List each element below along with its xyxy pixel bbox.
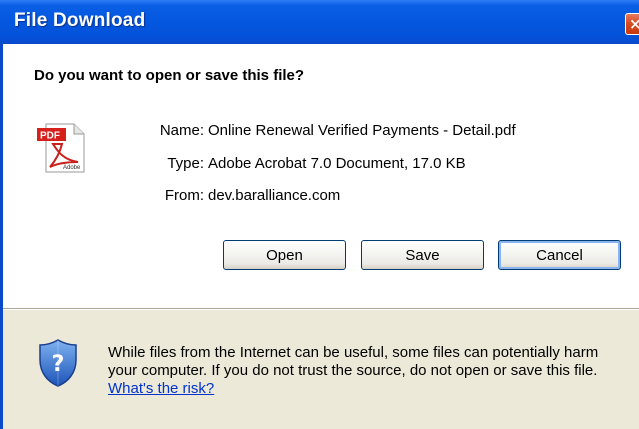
type-label: Type: — [167, 155, 204, 172]
open-button[interactable]: Open — [223, 240, 346, 270]
type-value: Adobe Acrobat 7.0 Document, 17.0 KB — [208, 155, 466, 172]
save-button[interactable]: Save — [361, 240, 484, 270]
dialog-separator — [3, 308, 639, 310]
file-download-dialog: File Download × Do you want to open or s… — [0, 0, 639, 429]
window-title: File Download — [14, 10, 146, 31]
from-label: From: — [164, 187, 204, 204]
title-bar[interactable]: File Download × — [0, 0, 639, 44]
close-icon: × — [629, 15, 639, 33]
svg-text:?: ? — [52, 352, 65, 377]
security-warning: While files from the Internet can be use… — [108, 344, 628, 398]
name-value: Online Renewal Verified Payments - Detai… — [208, 122, 516, 139]
dialog-question: Do you want to open or save this file? — [34, 67, 305, 84]
warning-text: While files from the Internet can be use… — [108, 344, 599, 379]
from-value: dev.baralliance.com — [208, 187, 341, 204]
whats-the-risk-link[interactable]: What's the risk? — [108, 380, 214, 397]
security-shield-icon: ? — [39, 339, 77, 387]
cancel-button[interactable]: Cancel — [498, 240, 621, 270]
name-label: Name: — [159, 122, 204, 139]
close-button[interactable]: × — [625, 13, 639, 35]
